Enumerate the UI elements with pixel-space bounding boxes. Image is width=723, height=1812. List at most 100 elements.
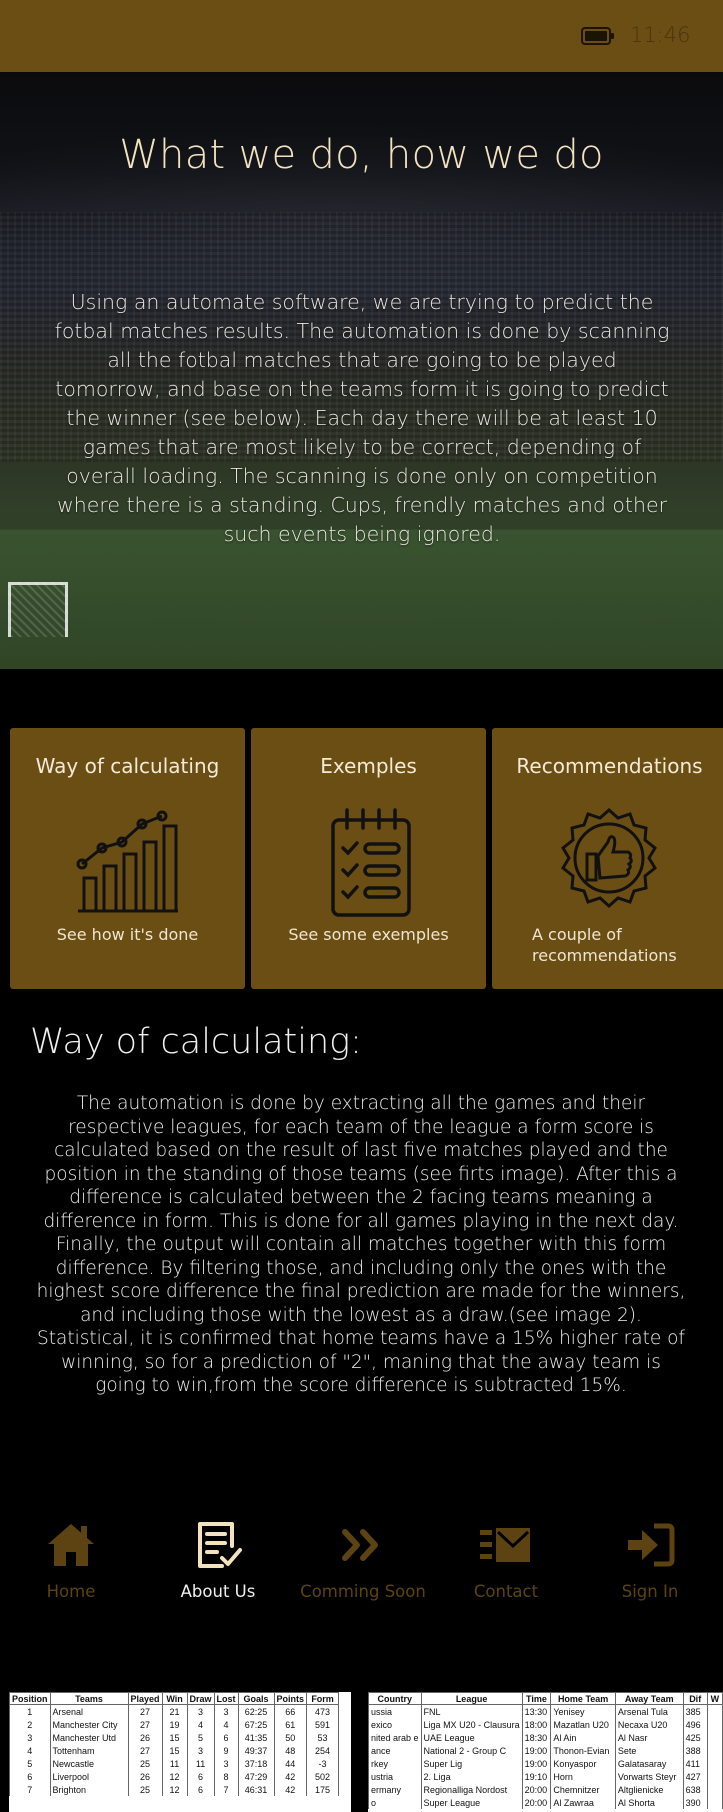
- table-cell: 49:37: [238, 1744, 274, 1757]
- card-recommendations[interactable]: Recommendations A couple of recommendati…: [492, 728, 723, 989]
- table-cell: -3: [307, 1757, 339, 1770]
- table-cell: 41:35: [238, 1731, 274, 1744]
- nav-item-home[interactable]: Home: [16, 1506, 126, 1600]
- table-cell: ermany: [369, 1783, 422, 1796]
- table-cell: Newcastle: [50, 1757, 128, 1770]
- nav-item-about-us[interactable]: About Us: [163, 1506, 273, 1600]
- table-cell: 502: [307, 1770, 339, 1783]
- table-cell: 19: [162, 1718, 187, 1731]
- column-header: League: [421, 1693, 522, 1705]
- table-cell: Tottenham: [50, 1744, 128, 1757]
- table-cell: [707, 1731, 722, 1744]
- table-cell: Manchester City: [50, 1718, 128, 1731]
- table-cell: nited arab e: [369, 1731, 422, 1744]
- table-cell: 3: [187, 1705, 214, 1719]
- table-cell: 496: [683, 1718, 707, 1731]
- table-cell: 1: [10, 1705, 51, 1719]
- table-cell: 19:00: [522, 1744, 551, 1757]
- table-cell: 20:00: [522, 1783, 551, 1796]
- table-cell: exico: [369, 1718, 422, 1731]
- nav-item-contact[interactable]: Contact: [450, 1506, 562, 1600]
- table-cell: 6: [187, 1770, 214, 1783]
- column-header: Dif: [683, 1693, 707, 1705]
- nav-label: About Us: [163, 1582, 273, 1601]
- table-cell: 66: [274, 1705, 307, 1719]
- nav-item-sign-in[interactable]: Sign In: [600, 1506, 700, 1600]
- table-cell: 3: [214, 1705, 238, 1719]
- section-description: The automation is done by extracting all…: [36, 1092, 686, 1398]
- table-cell: 26: [128, 1770, 162, 1783]
- table-cell: 254: [307, 1744, 339, 1757]
- nav-item-comming-soon[interactable]: Comming Soon: [290, 1506, 436, 1600]
- table-cell: 638: [683, 1783, 707, 1796]
- table-row: ermany Regionalliga Nordost 20:00 Chemni…: [369, 1783, 723, 1796]
- table-cell: 44: [274, 1757, 307, 1770]
- card-description: See some exemples: [251, 924, 486, 945]
- table-cell: 6: [10, 1770, 51, 1783]
- table-cell: 61: [274, 1718, 307, 1731]
- card-way-of-calculating[interactable]: Way of calculating See how it's done: [10, 728, 245, 989]
- table-cell: 4: [10, 1744, 51, 1757]
- table-row: 5 Newcastle 25 11 11 3 37:18 44 -3: [10, 1757, 339, 1770]
- column-header: Position: [10, 1693, 51, 1705]
- table-cell: [707, 1783, 722, 1796]
- table-cell: 26: [128, 1731, 162, 1744]
- standings-table: Position Teams Played Win Draw Lost Goal…: [9, 1692, 339, 1796]
- nav-label: Comming Soon: [290, 1582, 436, 1601]
- hero-title: What we do, how we do: [0, 132, 723, 178]
- table-cell: Vorwarts Steyr: [615, 1770, 683, 1783]
- table-cell: Chemnitzer: [551, 1783, 616, 1796]
- table-cell: [707, 1757, 722, 1770]
- table-cell: 27: [128, 1705, 162, 1719]
- table-cell: 9: [214, 1744, 238, 1757]
- table-cell: 7: [10, 1783, 51, 1796]
- table-cell: 5: [10, 1757, 51, 1770]
- goal-post-image: [8, 582, 68, 637]
- table-cell: 46:31: [238, 1783, 274, 1796]
- table-cell: Mazatlan U20: [551, 1718, 616, 1731]
- table-cell: 11: [187, 1757, 214, 1770]
- section-title: Way of calculating:: [30, 1022, 362, 1062]
- column-header: Played: [128, 1693, 162, 1705]
- table-cell: 591: [307, 1718, 339, 1731]
- table-cell: 50: [274, 1731, 307, 1744]
- table-cell: 18:00: [522, 1718, 551, 1731]
- card-title: Recommendations: [492, 754, 723, 778]
- table-cell: Al Ain: [551, 1731, 616, 1744]
- column-header: Lost: [214, 1693, 238, 1705]
- envelope-icon: [480, 1520, 532, 1570]
- table-cell: 390: [683, 1796, 707, 1809]
- table-row: rkey Super Lig 19:00 Konyaspor Galatasar…: [369, 1757, 723, 1770]
- table-cell: 11: [162, 1757, 187, 1770]
- nav-label: Home: [16, 1582, 126, 1601]
- table-cell: 13:30: [522, 1705, 551, 1719]
- table-row: ustria 2. Liga 19:10 Horn Vorwarts Steyr…: [369, 1770, 723, 1783]
- column-header: Form: [307, 1693, 339, 1705]
- table-cell: 12: [162, 1770, 187, 1783]
- double-chevron-right-icon: [337, 1520, 389, 1570]
- table-cell: 3: [187, 1744, 214, 1757]
- table-cell: 12: [162, 1783, 187, 1796]
- table-row: exico Liga MX U20 - Clausura 18:00 Mazat…: [369, 1718, 723, 1731]
- status-bar: 11:46: [0, 0, 723, 72]
- status-time: 11:46: [630, 23, 691, 47]
- table-cell: Arsenal: [50, 1705, 128, 1719]
- table-cell: 15: [162, 1744, 187, 1757]
- home-icon: [45, 1520, 97, 1570]
- table-cell: rkey: [369, 1757, 422, 1770]
- card-exemples[interactable]: Exemples See some exemples: [251, 728, 486, 989]
- predictions-table: Country League Time Home Team Away Team …: [368, 1692, 723, 1809]
- table-cell: 27: [128, 1718, 162, 1731]
- table-cell: 411: [683, 1757, 707, 1770]
- nav-label: Sign In: [600, 1582, 700, 1601]
- table-cell: 48: [274, 1744, 307, 1757]
- battery-icon: [581, 27, 615, 45]
- table-cell: 67:25: [238, 1718, 274, 1731]
- card-description: A couple of recommendations: [532, 924, 712, 966]
- column-header: Home Team: [551, 1693, 616, 1705]
- table-cell: 4: [187, 1718, 214, 1731]
- bottom-navigation: Home About Us Comming Soon Contact Sign …: [0, 1506, 723, 1600]
- table-cell: 388: [683, 1744, 707, 1757]
- table-cell: Arsenal Tula: [615, 1705, 683, 1719]
- column-header: Away Team: [615, 1693, 683, 1705]
